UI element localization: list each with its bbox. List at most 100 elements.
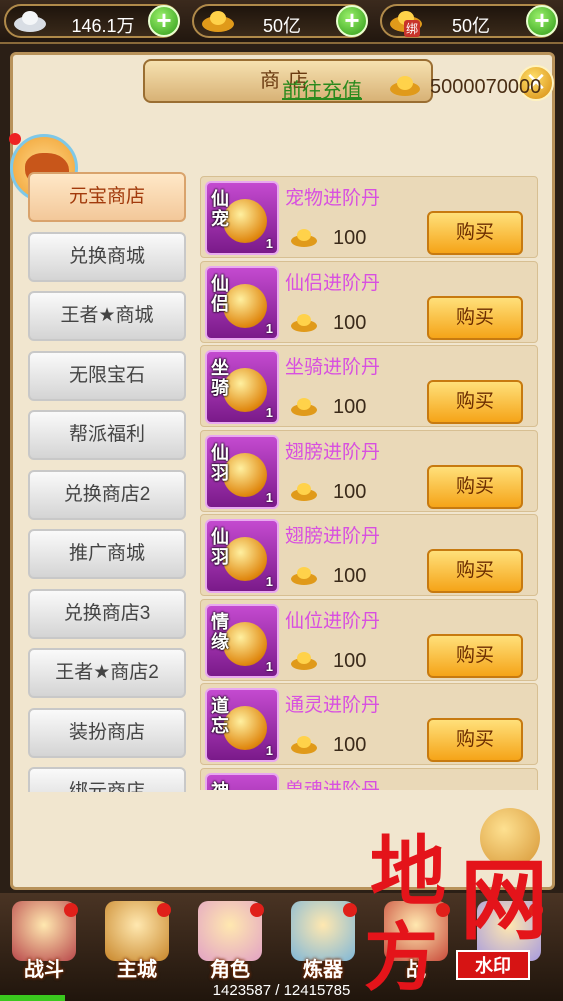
category-tab[interactable]: 王者★商店2 — [28, 648, 186, 698]
exp-bar — [0, 995, 65, 1001]
watermark-char: 方 — [364, 915, 438, 1001]
item-price: 100 — [333, 311, 367, 334]
item-glyph: 仙羽 — [211, 442, 229, 483]
item-glyph: 情缘 — [211, 611, 229, 652]
item-quantity: 1 — [265, 405, 273, 420]
category-tab[interactable]: 王者★商城 — [28, 291, 186, 341]
nav-forge-button[interactable]: 炼器 — [283, 901, 363, 987]
item-icon[interactable]: 道忘 1 — [205, 688, 279, 762]
item-quantity: 1 — [265, 574, 273, 589]
notification-dot — [64, 903, 78, 917]
nav-city-button[interactable]: 主城 — [97, 901, 177, 987]
add-silver-button[interactable]: + — [148, 5, 180, 37]
item-quantity: 1 — [265, 743, 273, 758]
category-tab[interactable]: 帮派福利 — [28, 410, 186, 460]
item-glyph: 仙宠 — [211, 189, 229, 229]
recharge-link[interactable]: 前往充值 — [282, 74, 362, 103]
item-price: 100 — [333, 565, 367, 587]
gold-ingot-icon — [291, 398, 317, 416]
item-glyph: 仙侣 — [211, 273, 229, 314]
buy-button[interactable]: 购买 — [427, 633, 523, 678]
item-glyph: 坐骑 — [211, 358, 229, 398]
shop-item-row: 情缘 1 仙位进阶丹 100 购买 — [200, 598, 538, 681]
balance-display: 5000070000 — [388, 68, 548, 104]
item-name: 宠物进阶丹 — [285, 188, 381, 209]
gold-ingot-icon — [291, 651, 317, 670]
notification-dot — [157, 903, 171, 917]
watermark-char: 网 — [460, 848, 549, 952]
item-name: 兽魂进阶丹 — [285, 779, 381, 791]
item-name: 翅膀进阶丹 — [285, 441, 381, 463]
item-name: 坐骑进阶丹 — [285, 357, 381, 378]
nav-label: 主城 — [117, 959, 157, 981]
shop-item-row: 坐骑 1 坐骑进阶丹 100 购买 — [200, 345, 538, 427]
item-price: 100 — [333, 649, 367, 672]
item-price: 100 — [333, 227, 367, 249]
notification-dot — [250, 903, 264, 917]
nav-character-button[interactable]: 角色 — [190, 901, 270, 987]
item-quantity: 1 — [265, 658, 273, 674]
notification-dot — [343, 903, 357, 917]
balance-value: 5000070000 — [430, 76, 542, 98]
item-glyph: 道忘 — [211, 696, 229, 736]
item-icon[interactable]: 坐骑 1 — [205, 350, 279, 424]
nav-label: 角色 — [210, 959, 250, 981]
item-price: 100 — [333, 480, 367, 503]
gold-ingot-icon — [291, 313, 317, 332]
category-tab[interactable]: 兑换商店3 — [28, 588, 186, 639]
gold-ingot-icon — [291, 736, 317, 754]
buy-button[interactable]: 购买 — [427, 295, 523, 340]
item-quantity: 1 — [265, 489, 273, 505]
item-icon[interactable]: 仙侣 1 — [205, 265, 279, 340]
item-quantity: 1 — [265, 236, 273, 251]
item-list[interactable]: 仙宠 1 宠物进阶丹 100 购买 仙侣 1 仙侣进阶丹 100 购买 坐骑 1 坐骑进阶丹 100 购买仙… — [200, 170, 540, 790]
item-icon[interactable]: 仙羽 1 — [205, 434, 279, 509]
category-tab[interactable]: 兑换商城 — [28, 231, 186, 282]
add-gold-button[interactable]: + — [336, 5, 368, 37]
buy-button[interactable]: 购买 — [427, 718, 523, 762]
shop-item-row: 仙羽 1 翅膀进阶丹 100 购买 — [200, 514, 538, 596]
category-tab[interactable]: 推广商城 — [28, 529, 186, 579]
bound-gold-counter: 绑 50亿 + — [380, 4, 558, 38]
gold-ingot-icon — [291, 567, 317, 585]
category-tab[interactable]: 兑换商店2 — [28, 469, 186, 520]
item-name: 通灵进阶丹 — [285, 695, 381, 716]
item-icon[interactable]: 神1 — [205, 772, 279, 790]
shop-item-row: 神1兽魂进阶丹100购买 — [200, 767, 538, 791]
add-bound-gold-button[interactable]: + — [526, 5, 558, 37]
notification-dot — [9, 133, 21, 145]
category-tab[interactable]: 装扮商店 — [28, 707, 186, 758]
item-icon[interactable]: 仙宠 1 — [205, 181, 279, 255]
item-quantity: 1 — [265, 320, 273, 336]
category-list[interactable]: 元宝商店兑换商城王者★商城无限宝石帮派福利兑换商店2 推广商城兑换商店3 王者★商店… — [28, 172, 188, 792]
gold-ingot-icon — [390, 76, 420, 96]
nav-label: 战斗 — [24, 959, 64, 981]
shop-item-row: 道忘 1 通灵进阶丹 100 购买 — [200, 683, 538, 765]
category-tab[interactable]: 元宝商店 — [28, 172, 186, 222]
category-tab[interactable]: 无限宝石 — [28, 350, 186, 401]
item-price: 100 — [333, 396, 367, 418]
buy-button[interactable]: 购买 — [427, 380, 523, 424]
item-name: 翅膀进阶丹 — [285, 526, 381, 547]
shop-item-row: 仙宠 1 宠物进阶丹 100 购买 — [200, 176, 538, 258]
gold-ingot-icon — [291, 482, 317, 501]
item-name: 仙位进阶丹 — [285, 610, 381, 632]
gold-counter: 50亿 + — [192, 4, 368, 38]
currency-bar: 146.1万 + 50亿 + 绑 50亿 + — [0, 0, 563, 44]
silver-counter: 146.1万 + — [4, 4, 180, 38]
watermark-stamp: 水印 — [456, 950, 530, 980]
item-price: 100 — [333, 734, 367, 756]
nav-label: 炼器 — [303, 959, 343, 981]
shop-item-row: 仙羽 1 翅膀进阶丹 100 购买 — [200, 429, 538, 512]
category-tab[interactable]: 绑元商店 — [28, 767, 186, 792]
nav-battle-button[interactable]: 战斗 — [4, 901, 84, 987]
watermark: 地 网 方 水印 — [364, 810, 560, 1001]
item-glyph: 仙羽 — [211, 527, 229, 567]
item-icon[interactable]: 情缘 1 — [205, 603, 279, 678]
gold-ingot-icon — [291, 229, 317, 247]
buy-button[interactable]: 购买 — [427, 549, 523, 593]
buy-button[interactable]: 购买 — [427, 464, 523, 509]
buy-button[interactable]: 购买 — [427, 211, 523, 255]
shop-item-row: 仙侣 1 仙侣进阶丹 100 购买 — [200, 260, 538, 343]
item-icon[interactable]: 仙羽 1 — [205, 519, 279, 593]
